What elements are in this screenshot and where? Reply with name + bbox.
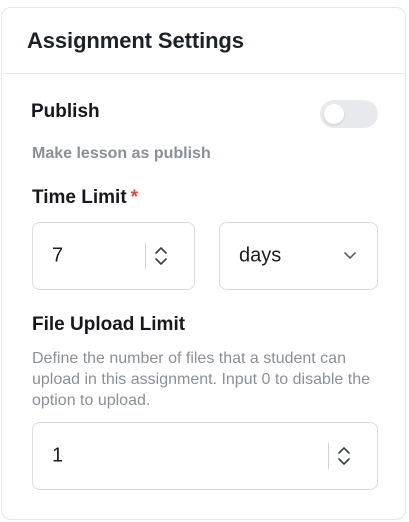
publish-row: Publish (31, 100, 378, 130)
file-upload-limit-label: File Upload Limit (32, 314, 186, 335)
required-mark: * (130, 187, 139, 208)
card-title: Assignment Settings (27, 27, 244, 53)
toggle-knob (324, 104, 344, 124)
publish-label: Publish (31, 101, 100, 122)
chevron-down-icon (343, 247, 357, 265)
time-limit-stepper[interactable] (145, 243, 176, 269)
time-limit-input[interactable]: 7 (32, 222, 195, 290)
time-limit-label-text: Time Limit (32, 187, 127, 208)
file-upload-stepper[interactable] (328, 443, 359, 469)
file-upload-limit-value: 1 (52, 444, 64, 467)
publish-toggle[interactable] (320, 100, 378, 128)
time-limit-value: 7 (52, 244, 64, 267)
file-upload-limit-input[interactable]: 1 (32, 422, 378, 490)
time-unit-select[interactable]: days (219, 222, 378, 290)
publish-help-text: Make lesson as publish (32, 145, 211, 162)
card-header: Assignment Settings (2, 8, 405, 74)
up-down-chevrons-icon (154, 244, 168, 268)
file-upload-help-text: Define the number of files that a studen… (32, 350, 370, 409)
up-down-chevrons-icon (337, 444, 351, 468)
time-unit-value: days (239, 244, 282, 267)
time-limit-label: Time Limit * (32, 187, 138, 209)
